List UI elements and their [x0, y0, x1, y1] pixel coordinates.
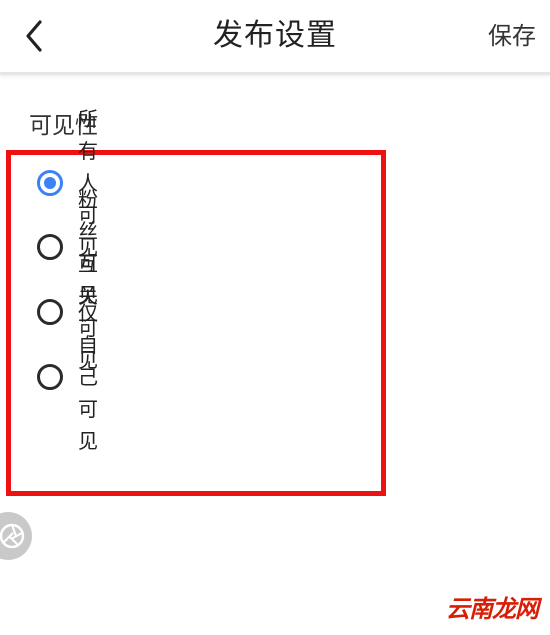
- page-title: 发布设置: [213, 18, 337, 53]
- radio-unchecked-icon[interactable]: [37, 299, 63, 325]
- aperture-icon: [0, 523, 25, 549]
- option-only-me[interactable]: 仅自己可见: [37, 301, 98, 453]
- radio-unchecked-icon[interactable]: [37, 234, 63, 260]
- top-bar: 发布设置 保存: [0, 0, 550, 75]
- watermark-logo: 云南龙网: [446, 595, 539, 623]
- radio-unchecked-icon[interactable]: [37, 364, 63, 390]
- save-button[interactable]: 保存: [488, 0, 536, 72]
- publish-settings-page: 发布设置 保存 可见性 所有人可见 粉丝可见 互关可见 仅自己可见 云南龙网: [0, 0, 550, 635]
- radio-checked-icon[interactable]: [37, 170, 63, 196]
- floating-button[interactable]: [0, 512, 32, 560]
- option-label: 仅自己可见: [78, 301, 98, 453]
